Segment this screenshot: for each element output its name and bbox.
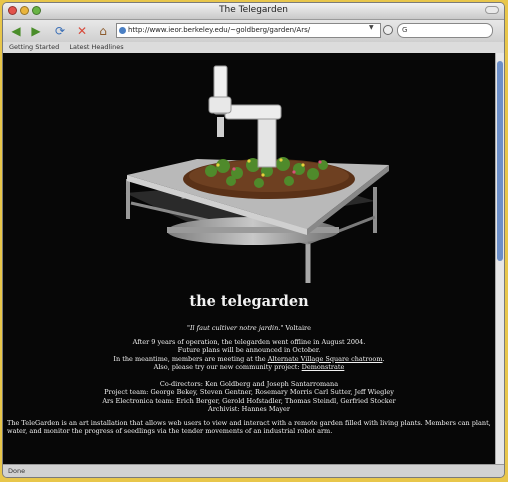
url-history-dropdown-icon[interactable]: ▼: [369, 24, 374, 31]
status-text: Done: [8, 467, 26, 475]
stop-button[interactable]: ✕: [74, 23, 90, 39]
back-button[interactable]: ◀: [8, 23, 24, 39]
status-announcement: After 9 years of operation, the telegard…: [3, 338, 495, 372]
quote-text: "Il faut cultiver notre jardin.": [186, 324, 284, 332]
reload-button[interactable]: ⟳: [52, 23, 68, 39]
search-engine-icon: G: [402, 26, 408, 34]
toolbar-toggle-button[interactable]: [485, 6, 499, 14]
credits-project-team: Project team: George Bekey, Steven Gentn…: [104, 388, 394, 397]
stop-icon: ✕: [76, 24, 88, 38]
credits-ars-team: Ars Electronica team: Erich Berger, Gero…: [102, 396, 396, 405]
address-bar[interactable]: http://www.ieor.berkeley.edu/~goldberg/g…: [116, 23, 381, 38]
quote-author: Voltaire: [285, 324, 312, 332]
page-title: the telegarden: [189, 293, 309, 310]
credits-block: Co-directors: Ken Goldberg and Joseph Sa…: [3, 380, 495, 414]
project-description: The TeleGarden is an art installation th…: [7, 419, 491, 436]
credits-codirectors: Co-directors: Ken Goldberg and Joseph Sa…: [159, 380, 339, 388]
chatroom-prefix: In the meantime, members are meeting at …: [113, 354, 266, 363]
chatroom-suffix: .: [382, 354, 385, 363]
announcement-line-1: After 9 years of operation, the telegard…: [132, 338, 366, 346]
page-content: the telegarden "Il faut cultiver notre j…: [3, 53, 495, 466]
title-bar: The Telegarden: [3, 3, 504, 20]
address-bar-url: http://www.ieor.berkeley.edu/~goldberg/g…: [128, 26, 311, 34]
announcement-line-4: Also, please try our new community proje…: [3, 363, 495, 371]
demonstrate-link[interactable]: Demonstrate: [302, 363, 345, 371]
voltaire-quote: "Il faut cultiver notre jardin." Voltair…: [3, 324, 495, 332]
announcement-line-2: Future plans will be announced in Octobe…: [177, 346, 321, 355]
back-arrow-icon: ◀: [11, 24, 21, 38]
window-title: The Telegarden: [219, 5, 288, 15]
navigation-toolbar: ◀ ▶ ⟳ ✕ ⌂ http://www.ieor.berkeley.edu/~…: [3, 20, 504, 42]
credits-archivist: Archivist: Hannes Mayer: [208, 405, 290, 414]
bookmark-latest-headlines[interactable]: Latest Headlines: [69, 43, 123, 51]
site-favicon-icon: [119, 27, 126, 34]
announcement-line-3: In the meantime, members are meeting at …: [3, 355, 495, 363]
go-button[interactable]: [383, 25, 393, 35]
project-prefix: Also, please try our new community proje…: [153, 363, 300, 372]
reload-icon: ⟳: [54, 24, 66, 38]
search-input[interactable]: G: [397, 23, 493, 38]
home-button[interactable]: ⌂: [95, 23, 111, 39]
telegarden-robot-photo: [125, 65, 389, 283]
scrollbar-thumb[interactable]: [497, 61, 503, 261]
home-icon: ⌂: [99, 24, 107, 38]
forward-arrow-icon: ▶: [31, 24, 41, 38]
vertical-scrollbar[interactable]: [495, 53, 504, 466]
forward-button[interactable]: ▶: [28, 23, 44, 39]
chatroom-link[interactable]: Alternate Village Square chatroom: [268, 355, 383, 363]
status-bar: Done: [3, 464, 504, 477]
browser-window: The Telegarden ◀ ▶ ⟳ ✕ ⌂ http://www.ieor…: [2, 2, 505, 478]
bookmark-getting-started[interactable]: Getting Started: [9, 43, 59, 51]
